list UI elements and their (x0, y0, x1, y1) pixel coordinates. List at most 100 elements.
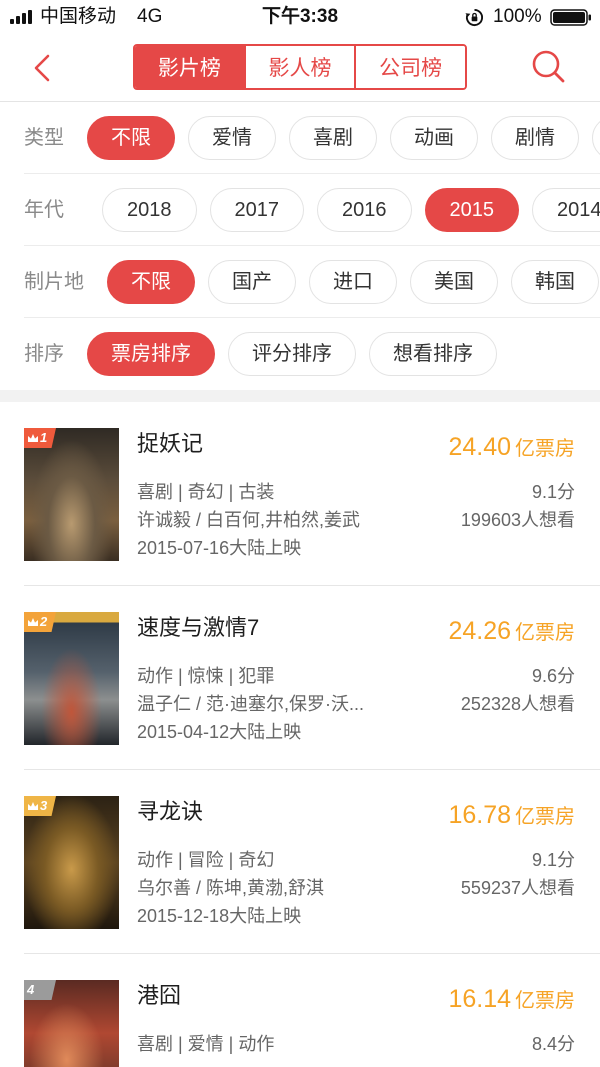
box-office-unit: 亿票房 (515, 622, 575, 644)
box-office: 24.40 亿票房 (448, 430, 575, 468)
filter-chip[interactable]: 韩国 (511, 260, 599, 304)
movie-genres: 喜剧 | 奇幻 | 古装 (137, 482, 275, 502)
filter-chip[interactable]: 爱情 (188, 116, 276, 160)
rank-number: 2 (40, 614, 48, 629)
filter-chip[interactable]: 2016 (317, 188, 412, 232)
nav-header: 影片榜 影人榜 公司榜 (0, 34, 600, 102)
poster: 3 (24, 796, 119, 929)
filter-chip[interactable]: 2015 (424, 188, 519, 232)
filter-chip[interactable]: 票房排序 (87, 332, 215, 376)
section-divider (0, 390, 600, 402)
movie-score: 8.4分 (531, 1034, 575, 1054)
filter-chips: 不限 国产 进口 美国 韩国 (107, 260, 599, 304)
filter-chip[interactable]: 不限 (87, 116, 175, 160)
movie-genres: 动作 | 惊悚 | 犯罪 (137, 666, 275, 686)
filter-chips: 票房排序 评分排序 想看排序 (87, 332, 497, 376)
chevron-left-icon (34, 54, 50, 82)
box-office-value: 16.14 (448, 985, 511, 1013)
box-office: 16.14 亿票房 (448, 982, 575, 1020)
crown-icon (28, 802, 38, 810)
ranking-tabs: 影片榜 影人榜 公司榜 (133, 44, 467, 90)
filter-chip[interactable]: 2014 (532, 188, 600, 232)
search-button[interactable] (530, 48, 568, 86)
tab-companies[interactable]: 公司榜 (354, 46, 465, 88)
filter-chips: 不限 爱情 喜剧 动画 剧情 (87, 116, 600, 160)
movie-credits: 温子仁 / 范·迪塞尔,保罗·沃... (137, 694, 364, 714)
box-office-value: 16.78 (448, 801, 511, 829)
filter-chip[interactable]: 进口 (309, 260, 397, 304)
movie-item[interactable]: 3 寻龙诀 16.78 亿票房 动作 | 冒险 | 奇幻 9.1分 乌尔善 / 陈… (24, 770, 600, 954)
filter-chip[interactable]: 2018 (102, 188, 197, 232)
filter-chip[interactable]: 想看排序 (369, 332, 497, 376)
back-button[interactable] (28, 52, 56, 84)
movie-title: 捉妖记 (137, 431, 204, 456)
poster: 1 (24, 428, 119, 561)
filter-row-region: 制片地 不限 国产 进口 美国 韩国 (0, 246, 600, 318)
battery-icon (550, 9, 591, 26)
filter-label: 排序 (24, 343, 64, 365)
filter-chip[interactable]: 国产 (208, 260, 296, 304)
movie-genres: 动作 | 冒险 | 奇幻 (137, 850, 275, 870)
rank-number: 1 (40, 430, 48, 445)
filter-chip[interactable]: 评分排序 (228, 332, 356, 376)
filter-panel: 类型 不限 爱情 喜剧 动画 剧情 年代 2018 2017 2016 2015… (0, 102, 600, 390)
rotation-lock-icon (465, 8, 484, 27)
box-office-value: 24.40 (448, 433, 511, 461)
tab-movies[interactable]: 影片榜 (135, 46, 244, 88)
crown-icon (28, 618, 38, 626)
box-office-unit: 亿票房 (515, 806, 575, 828)
movie-genres: 喜剧 | 爱情 | 动作 (137, 1034, 275, 1054)
box-office-unit: 亿票房 (515, 990, 575, 1012)
box-office: 16.78 亿票房 (448, 798, 575, 836)
crown-icon (28, 434, 38, 442)
movie-item[interactable]: 2 速度与激情7 24.26 亿票房 动作 | 惊悚 | 犯罪 9.6分 温子仁 … (24, 586, 600, 770)
filter-row-sort: 排序 票房排序 评分排序 想看排序 (0, 318, 600, 390)
filter-label: 制片地 (24, 271, 84, 293)
movie-credits: 乌尔善 / 陈坤,黄渤,舒淇 (137, 878, 325, 898)
filter-chip-partial[interactable] (592, 116, 600, 160)
want-count: 559237人想看 (460, 878, 575, 898)
release-date: 2015-04-12大陆上映 (137, 722, 302, 742)
movie-credits: 许诚毅 / 白百何,井柏然,姜武 (137, 510, 361, 530)
rank-badge: 4 (24, 980, 56, 1000)
want-count: 252328人想看 (460, 694, 575, 714)
rank-badge: 1 (24, 428, 56, 448)
filter-chip[interactable]: 喜剧 (289, 116, 377, 160)
poster: 2 (24, 612, 119, 745)
poster: 4 (24, 980, 119, 1067)
filter-chip[interactable]: 美国 (410, 260, 498, 304)
release-date: 2015-07-16大陆上映 (137, 538, 302, 558)
box-office-value: 24.26 (448, 617, 511, 645)
filter-label: 类型 (24, 127, 64, 149)
movie-item[interactable]: 1 捉妖记 24.40 亿票房 喜剧 | 奇幻 | 古装 9.1分 许诚毅 / 白… (24, 402, 600, 586)
box-office-unit: 亿票房 (515, 438, 575, 460)
rank-number: 4 (27, 982, 35, 997)
want-count: 199603人想看 (460, 510, 575, 530)
filter-row-type: 类型 不限 爱情 喜剧 动画 剧情 (0, 102, 600, 174)
clock: 下午3:38 (261, 6, 339, 27)
movie-title: 速度与激情7 (137, 615, 260, 640)
signal-icon (10, 10, 32, 24)
box-office: 24.26 亿票房 (448, 614, 575, 652)
search-icon (532, 50, 565, 83)
rank-number: 3 (40, 798, 48, 813)
filter-chip[interactable]: 动画 (390, 116, 478, 160)
tab-people[interactable]: 影人榜 (243, 46, 355, 88)
network-type: 4G (137, 6, 163, 27)
movie-list: 1 捉妖记 24.40 亿票房 喜剧 | 奇幻 | 古装 9.1分 许诚毅 / 白… (0, 402, 600, 1067)
filter-chip[interactable]: 剧情 (491, 116, 579, 160)
movie-title: 寻龙诀 (137, 799, 204, 824)
release-date: 2015-12-18大陆上映 (137, 906, 302, 926)
rank-badge: 3 (24, 796, 56, 816)
filter-label: 年代 (24, 199, 64, 221)
movie-score: 9.6分 (531, 666, 575, 686)
status-bar: 中国移动 4G 下午3:38 100% (0, 0, 600, 34)
movie-score: 9.1分 (531, 850, 575, 870)
filter-chip[interactable]: 不限 (107, 260, 195, 304)
rank-badge: 2 (24, 612, 56, 632)
filter-chips: 2018 2017 2016 2015 2014 (102, 188, 600, 232)
filter-chip[interactable]: 2017 (209, 188, 304, 232)
movie-item[interactable]: 4 港囧 16.14 亿票房 喜剧 | 爱情 | 动作 8.4分 (24, 954, 600, 1067)
battery-percent: 100% (493, 6, 542, 27)
filter-row-year: 年代 2018 2017 2016 2015 2014 (0, 174, 600, 246)
